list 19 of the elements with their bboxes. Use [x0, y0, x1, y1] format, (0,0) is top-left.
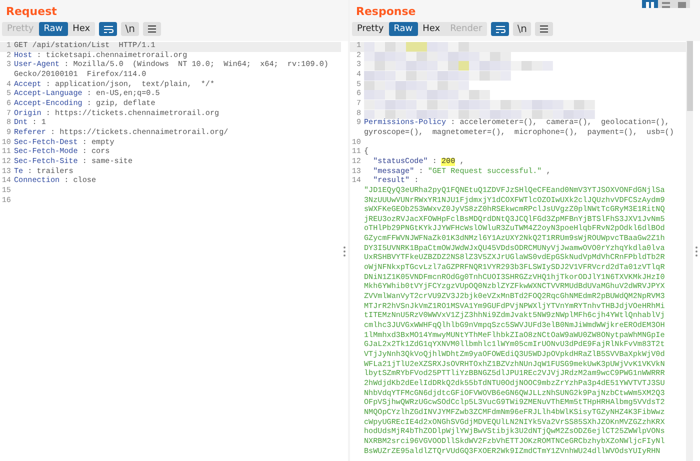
single-pane-icon [678, 2, 686, 8]
rows-icon [662, 2, 670, 8]
pane-title: Response [356, 5, 416, 19]
newline-button[interactable]: \n [121, 22, 140, 36]
pane-title: Request [6, 5, 57, 19]
wrap-icon [494, 24, 506, 34]
menu-button[interactable] [535, 22, 554, 36]
wrap-icon [102, 24, 114, 34]
scrollbar-thumb [687, 41, 693, 111]
view-tab[interactable]: Raw [38, 22, 68, 36]
menu-icon [539, 25, 550, 33]
wrap-button[interactable] [491, 22, 510, 36]
drag-handle-icon[interactable] [696, 246, 698, 256]
drag-handle-icon[interactable] [344, 246, 346, 256]
newline-button[interactable]: \n [513, 22, 532, 36]
wrap-button[interactable] [99, 22, 118, 36]
menu-icon [147, 25, 158, 33]
view-tab[interactable]: Raw [388, 22, 418, 36]
menu-button[interactable] [143, 22, 162, 36]
